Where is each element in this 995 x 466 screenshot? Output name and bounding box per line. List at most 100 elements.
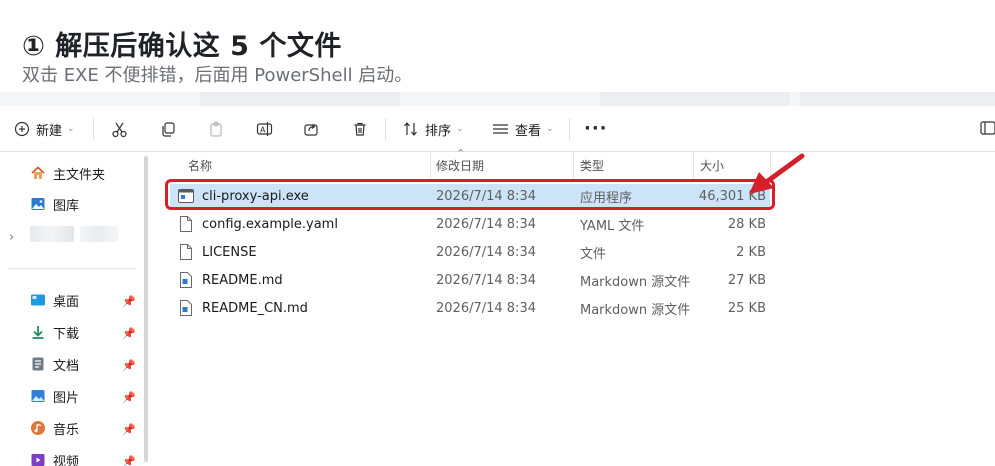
redacted-item — [80, 226, 118, 242]
pin-icon[interactable]: 📌 — [122, 295, 136, 308]
view-list-icon — [493, 124, 508, 134]
more-options-button[interactable]: ··· — [584, 118, 608, 139]
highlight-box — [165, 179, 775, 210]
file-modified: 2026/7/14 8:34 — [436, 244, 536, 260]
sidebar-item-gallery[interactable]: 图库 — [30, 192, 79, 216]
file-name: README_CN.md — [202, 300, 308, 316]
plus-circle-icon — [14, 121, 30, 137]
sidebar-item-label: 主文件夹 — [53, 167, 106, 183]
file-name: config.example.yaml — [202, 216, 338, 232]
column-divider[interactable] — [693, 152, 694, 178]
download-icon — [30, 324, 46, 340]
table-row[interactable]: LICENSE 2026/7/14 8:34 文件 2 KB — [170, 240, 770, 264]
arrow-icon — [749, 153, 805, 194]
rename-button[interactable]: A — [256, 114, 273, 144]
file-name: LICENSE — [202, 244, 257, 260]
sidebar-item-desktop[interactable]: 桌面 — [30, 288, 79, 312]
command-bar: 新建 ⌄ A 排序 ⌄ 查看 ⌄ ··· — [0, 106, 995, 152]
column-divider[interactable] — [573, 152, 574, 178]
copy-button[interactable] — [160, 114, 176, 144]
file-size: 28 KB — [727, 216, 766, 232]
home-icon — [30, 165, 46, 181]
pin-icon[interactable]: 📌 — [122, 455, 136, 466]
paste-button[interactable] — [208, 114, 224, 144]
cut-button[interactable] — [111, 114, 128, 144]
new-button[interactable]: 新建 ⌄ — [14, 114, 75, 144]
sidebar-item-label: 桌面 — [53, 294, 80, 310]
details-pane-icon[interactable] — [980, 121, 995, 135]
file-size: 2 KB — [736, 244, 766, 260]
markdown-icon — [178, 272, 194, 288]
trash-icon — [354, 122, 366, 136]
column-header-size[interactable]: 大小 — [700, 152, 724, 178]
sidebar-item-documents[interactable]: 文档 — [30, 352, 79, 376]
file-type: YAML 文件 — [580, 218, 645, 234]
file-modified: 2026/7/14 8:34 — [436, 216, 536, 232]
sidebar-item-downloads[interactable]: 下载 — [30, 320, 79, 344]
chevron-down-icon: ⌄ — [546, 124, 554, 134]
pin-icon[interactable]: 📌 — [122, 423, 136, 436]
copy-icon — [162, 122, 175, 137]
sidebar-item-label: 音乐 — [53, 422, 80, 438]
share-icon — [304, 124, 318, 136]
page-subtitle: 双击 EXE 不便排错，后面用 PowerShell 启动。 — [22, 65, 413, 86]
sidebar-item-music[interactable]: 音乐 — [30, 416, 79, 440]
toolbar-divider — [93, 118, 94, 140]
chevron-right-icon[interactable]: › — [9, 230, 14, 245]
music-icon — [30, 420, 46, 436]
file-modified: 2026/7/14 8:34 — [436, 300, 536, 316]
pin-icon[interactable]: 📌 — [122, 391, 136, 404]
scissors-icon — [112, 122, 127, 137]
column-header-type[interactable]: 类型 — [580, 152, 604, 178]
markdown-icon — [178, 300, 194, 316]
delete-button[interactable] — [352, 114, 368, 144]
clipboard-icon — [210, 121, 222, 137]
view-button[interactable]: 查看 ⌄ — [492, 114, 554, 144]
file-icon — [178, 244, 194, 260]
table-row[interactable]: README_CN.md 2026/7/14 8:34 Markdown 源文件… — [170, 296, 770, 320]
pin-icon[interactable]: 📌 — [122, 327, 136, 340]
sidebar-item-label: 下载 — [53, 326, 80, 342]
sidebar-item-home[interactable]: 主文件夹 — [30, 161, 105, 185]
file-type: 文件 — [580, 246, 607, 262]
sidebar-scrollbar[interactable] — [144, 156, 148, 462]
file-icon — [178, 216, 194, 232]
file-type: Markdown 源文件 — [580, 302, 691, 318]
toolbar-divider — [569, 118, 570, 140]
gallery-icon — [30, 196, 46, 212]
share-button[interactable] — [303, 114, 319, 144]
video-icon — [30, 452, 46, 466]
file-type: Markdown 源文件 — [580, 274, 691, 290]
column-header-modified[interactable]: 修改日期 — [436, 152, 484, 178]
file-name: README.md — [202, 272, 283, 288]
view-button-label: 查看 — [515, 123, 542, 139]
desktop-icon — [30, 292, 46, 308]
sidebar-item-label: 图库 — [53, 198, 80, 214]
pictures-icon — [30, 388, 46, 404]
sidebar-item-label: 视频 — [53, 454, 80, 466]
chevron-down-icon: ⌄ — [456, 124, 464, 134]
table-row[interactable]: README.md 2026/7/14 8:34 Markdown 源文件 27… — [170, 268, 770, 292]
new-button-label: 新建 — [36, 123, 63, 139]
document-icon — [30, 356, 46, 372]
sort-button[interactable]: 排序 ⌄ — [403, 114, 464, 144]
pin-icon[interactable]: 📌 — [122, 359, 136, 372]
sidebar-item-label: 图片 — [53, 390, 80, 406]
column-divider[interactable] — [430, 152, 431, 178]
sidebar-item-videos[interactable]: 视频 — [30, 448, 79, 466]
redacted-item — [30, 226, 74, 242]
file-modified: 2026/7/14 8:34 — [436, 272, 536, 288]
table-row[interactable]: config.example.yaml 2026/7/14 8:34 YAML … — [170, 212, 770, 236]
rename-icon: A — [256, 122, 273, 136]
column-header-name[interactable]: 名称 — [188, 152, 212, 178]
sort-button-label: 排序 — [425, 123, 452, 139]
file-size: 27 KB — [727, 272, 766, 288]
sidebar-item-pictures[interactable]: 图片 — [30, 384, 79, 408]
sidebar-divider — [8, 268, 136, 269]
sort-icon — [404, 122, 417, 136]
toolbar-divider — [385, 118, 386, 140]
file-size: 25 KB — [727, 300, 766, 316]
page-title: ① 解压后确认这 5 个文件 — [22, 31, 342, 62]
sidebar-item-label: 文档 — [53, 358, 80, 374]
svg-text:A: A — [260, 126, 266, 135]
